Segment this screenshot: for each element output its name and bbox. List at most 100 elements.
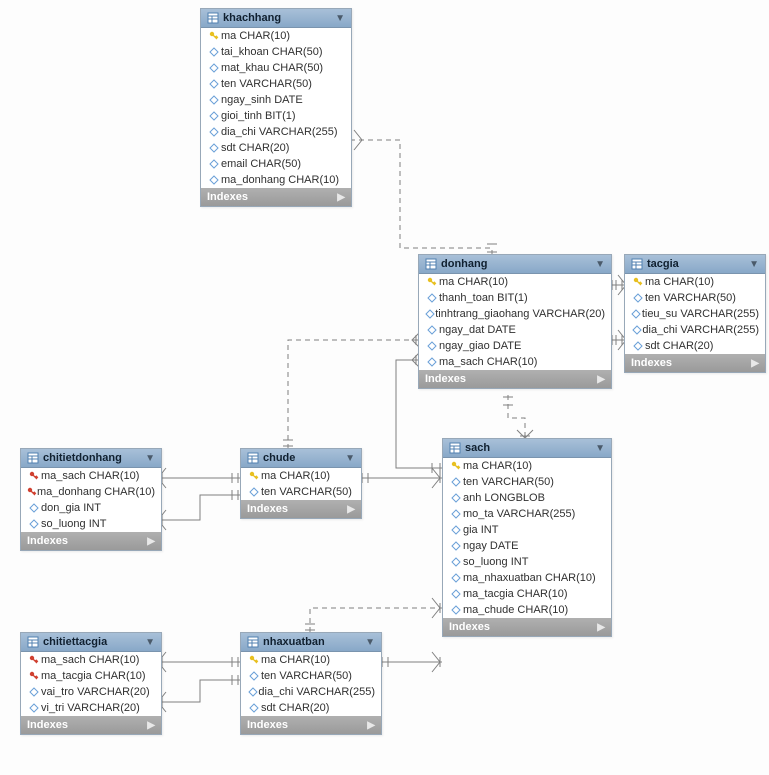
indexes-section[interactable]: Indexes▶: [419, 370, 611, 388]
column-row[interactable]: ma CHAR(10): [241, 652, 381, 668]
indexes-section[interactable]: Indexes▶: [21, 716, 161, 734]
table-tacgia[interactable]: tacgia▼ma CHAR(10)ten VARCHAR(50)tieu_su…: [624, 254, 766, 373]
column-row[interactable]: ma CHAR(10): [241, 468, 361, 484]
column-row[interactable]: ten VARCHAR(50): [443, 474, 611, 490]
column-text: ma_sach CHAR(10): [41, 470, 139, 482]
table-header[interactable]: chude▼: [241, 449, 361, 468]
indexes-section[interactable]: Indexes▶: [241, 500, 361, 518]
column-row[interactable]: mo_ta VARCHAR(255): [443, 506, 611, 522]
column-text: ma CHAR(10): [463, 460, 532, 472]
table-sach[interactable]: sach▼ ma CHAR(10) ten VARCHAR(50)anh LONGB…: [442, 438, 612, 637]
column-row[interactable]: mat_khau CHAR(50): [201, 60, 351, 76]
column-row[interactable]: ma_tacgia CHAR(10): [443, 586, 611, 602]
column-row[interactable]: ma_tacgia CHAR(10): [21, 668, 161, 684]
column-row[interactable]: dia_chi VARCHAR(255): [201, 124, 351, 140]
expand-icon[interactable]: ▶: [751, 358, 759, 369]
table-khachhang[interactable]: khachhang▼ma CHAR(10)tai_khoan CHAR(50)m…: [200, 8, 352, 207]
collapse-icon[interactable]: ▼: [365, 637, 375, 648]
column-row[interactable]: gia INT: [443, 522, 611, 538]
collapse-icon[interactable]: ▼: [749, 259, 759, 270]
column-text: ma_nhaxuatban CHAR(10): [463, 572, 596, 584]
column-row[interactable]: email CHAR(50): [201, 156, 351, 172]
column-row[interactable]: vai_tro VARCHAR(20): [21, 684, 161, 700]
table-header[interactable]: sach▼: [443, 439, 611, 458]
table-icon: [247, 636, 259, 648]
table-header[interactable]: chitietdonhang▼: [21, 449, 161, 468]
column-text: ten VARCHAR(50): [261, 670, 352, 682]
column-icon: [27, 519, 41, 529]
table-chitietdonhang[interactable]: chitietdonhang▼ ma_sach CHAR(10) ma_donhan…: [20, 448, 162, 551]
table-header[interactable]: khachhang▼: [201, 9, 351, 28]
indexes-section[interactable]: Indexes▶: [443, 618, 611, 636]
expand-icon[interactable]: ▶: [347, 504, 355, 515]
column-row[interactable]: ma_donhang CHAR(10): [201, 172, 351, 188]
column-row[interactable]: ngay DATE: [443, 538, 611, 554]
column-row[interactable]: so_luong INT: [443, 554, 611, 570]
column-row[interactable]: ma CHAR(10): [443, 458, 611, 474]
relation-endpoint: [362, 473, 368, 483]
table-header[interactable]: donhang▼: [419, 255, 611, 274]
column-row[interactable]: ngay_dat DATE: [419, 322, 611, 338]
table-header[interactable]: chitiettacgia▼: [21, 633, 161, 652]
column-row[interactable]: ma_donhang CHAR(10): [21, 484, 161, 500]
column-row[interactable]: tai_khoan CHAR(50): [201, 44, 351, 60]
column-row[interactable]: tieu_su VARCHAR(255): [625, 306, 765, 322]
table-nhaxuatban[interactable]: nhaxuatban▼ma CHAR(10) ten VARCHAR(50) dia…: [240, 632, 382, 735]
column-icon: [631, 325, 642, 335]
column-row[interactable]: ma_nhaxuatban CHAR(10): [443, 570, 611, 586]
column-row[interactable]: ma CHAR(10): [201, 28, 351, 44]
collapse-icon[interactable]: ▼: [345, 453, 355, 464]
collapse-icon[interactable]: ▼: [595, 259, 605, 270]
table-chitiettacgia[interactable]: chitiettacgia▼ma_sach CHAR(10)ma_tacgia …: [20, 632, 162, 735]
column-row[interactable]: ma_sach CHAR(10): [21, 652, 161, 668]
column-row[interactable]: sdt CHAR(20): [241, 700, 381, 716]
column-row[interactable]: ten VARCHAR(50): [241, 668, 381, 684]
column-row[interactable]: dia_chi VARCHAR(255): [625, 322, 765, 338]
table-header[interactable]: nhaxuatban▼: [241, 633, 381, 652]
column-row[interactable]: so_luong INT: [21, 516, 161, 532]
column-icon: [449, 605, 463, 615]
expand-icon[interactable]: ▶: [597, 374, 605, 385]
table-header[interactable]: tacgia▼: [625, 255, 765, 274]
column-icon: [425, 341, 439, 351]
expand-icon[interactable]: ▶: [147, 536, 155, 547]
column-row[interactable]: ngay_sinh DATE: [201, 92, 351, 108]
column-row[interactable]: ma CHAR(10): [625, 274, 765, 290]
column-row[interactable]: ngay_giao DATE: [419, 338, 611, 354]
column-row[interactable]: sdt CHAR(20): [201, 140, 351, 156]
column-row[interactable]: ma_sach CHAR(10): [21, 468, 161, 484]
column-row[interactable]: ma_sach CHAR(10): [419, 354, 611, 370]
collapse-icon[interactable]: ▼: [335, 13, 345, 24]
expand-icon[interactable]: ▶: [337, 192, 345, 203]
column-row[interactable]: tinhtrang_giaohang VARCHAR(20): [419, 306, 611, 322]
column-row[interactable]: ten VARCHAR(50): [241, 484, 361, 500]
column-row[interactable]: thanh_toan BIT(1): [419, 290, 611, 306]
relation-endpoint: [612, 280, 616, 290]
collapse-icon[interactable]: ▼: [595, 443, 605, 454]
relation-endpoint: [432, 652, 440, 672]
column-row[interactable]: ma CHAR(10): [419, 274, 611, 290]
fk-icon: [27, 655, 41, 665]
table-donhang[interactable]: donhang▼ma CHAR(10)thanh_toan BIT(1)tinh…: [418, 254, 612, 389]
column-row[interactable]: sdt CHAR(20): [625, 338, 765, 354]
expand-icon[interactable]: ▶: [367, 720, 375, 731]
collapse-icon[interactable]: ▼: [145, 637, 155, 648]
indexes-section[interactable]: Indexes▶: [625, 354, 765, 372]
indexes-section[interactable]: Indexes▶: [201, 188, 351, 206]
table-chude[interactable]: chude▼ma CHAR(10)ten VARCHAR(50)Indexes▶: [240, 448, 362, 519]
table-icon: [631, 258, 643, 270]
expand-icon[interactable]: ▶: [597, 622, 605, 633]
column-row[interactable]: ten VARCHAR(50): [625, 290, 765, 306]
expand-icon[interactable]: ▶: [147, 720, 155, 731]
column-row[interactable]: anh LONGBLOB: [443, 490, 611, 506]
column-row[interactable]: gioi_tinh BIT(1): [201, 108, 351, 124]
column-row[interactable]: vi_tri VARCHAR(20): [21, 700, 161, 716]
column-row[interactable]: dia_chi VARCHAR(255): [241, 684, 381, 700]
column-row[interactable]: ten VARCHAR(50): [201, 76, 351, 92]
relation-endpoint: [432, 468, 440, 488]
collapse-icon[interactable]: ▼: [145, 453, 155, 464]
indexes-section[interactable]: Indexes▶: [241, 716, 381, 734]
indexes-section[interactable]: Indexes▶: [21, 532, 161, 550]
column-row[interactable]: ma_chude CHAR(10): [443, 602, 611, 618]
column-row[interactable]: don_gia INT: [21, 500, 161, 516]
